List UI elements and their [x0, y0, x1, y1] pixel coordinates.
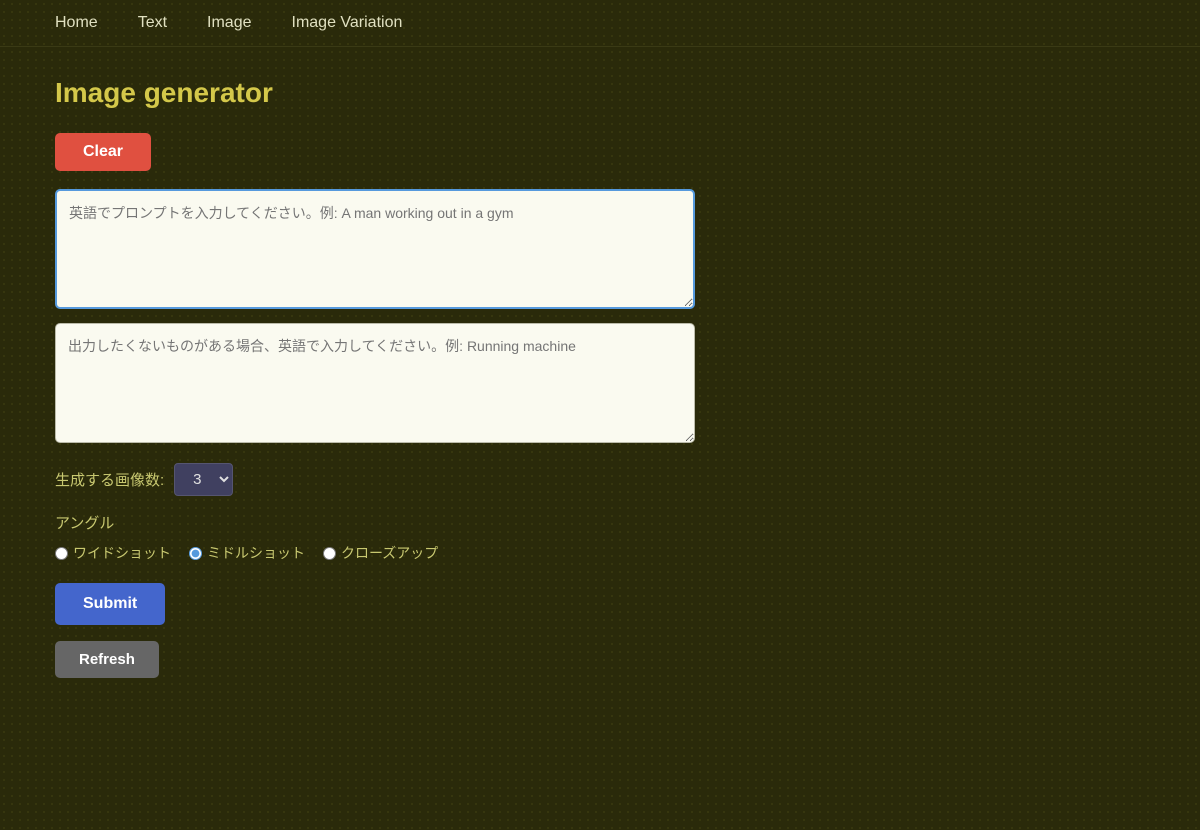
radio-middle[interactable]: ミドルショット — [189, 543, 305, 563]
radio-closeup[interactable]: クローズアップ — [323, 543, 438, 563]
radio-middle-label: ミドルショット — [207, 543, 305, 563]
nav-image-variation[interactable]: Image Variation — [292, 14, 403, 32]
nav-home[interactable]: Home — [55, 14, 98, 32]
radio-wide-input[interactable] — [55, 547, 68, 560]
prompt-textarea[interactable] — [55, 189, 695, 309]
angle-label: アングル — [55, 512, 1145, 533]
refresh-button[interactable]: Refresh — [55, 641, 159, 678]
image-count-label: 生成する画像数: — [55, 469, 164, 490]
radio-wide[interactable]: ワイドショット — [55, 543, 171, 563]
main-content: Image generator Clear 生成する画像数: 1 2 3 4 5… — [0, 47, 1200, 708]
angle-section: アングル ワイドショット ミドルショット クローズアップ — [55, 512, 1145, 563]
radio-closeup-input[interactable] — [323, 547, 336, 560]
negative-prompt-textarea[interactable] — [55, 323, 695, 443]
page-title: Image generator — [55, 77, 1145, 109]
nav-image[interactable]: Image — [207, 14, 251, 32]
radio-middle-input[interactable] — [189, 547, 202, 560]
radio-closeup-label: クローズアップ — [341, 543, 438, 563]
clear-button[interactable]: Clear — [55, 133, 151, 171]
navigation: Home Text Image Image Variation — [0, 0, 1200, 47]
radio-wide-label: ワイドショット — [73, 543, 171, 563]
image-count-select[interactable]: 1 2 3 4 5 — [174, 463, 233, 496]
submit-button[interactable]: Submit — [55, 583, 165, 625]
nav-text[interactable]: Text — [138, 14, 167, 32]
image-count-row: 生成する画像数: 1 2 3 4 5 — [55, 463, 1145, 496]
radio-group: ワイドショット ミドルショット クローズアップ — [55, 543, 1145, 563]
